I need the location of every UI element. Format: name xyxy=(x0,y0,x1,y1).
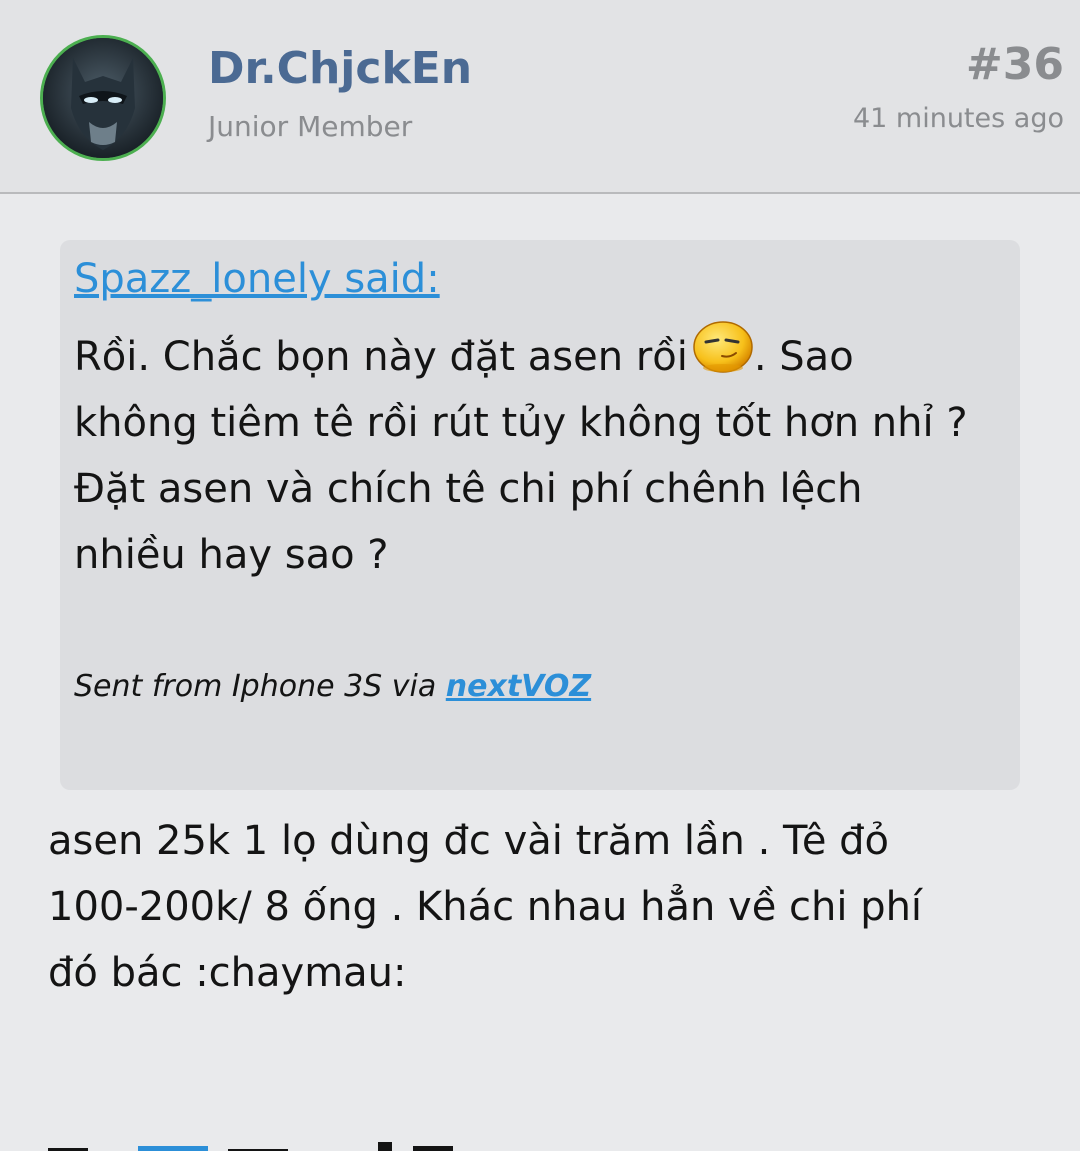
avatar[interactable] xyxy=(40,35,166,161)
post-line: đó bác :chaymau: xyxy=(48,950,407,996)
user-title: Junior Member xyxy=(208,110,413,143)
quote-signature: Sent from Iphone 3S via nextVOZ xyxy=(74,666,591,708)
signature-text: Sent from Iphone 3S via xyxy=(74,669,446,704)
quote-line: nhiều hay sao ? xyxy=(74,532,389,578)
quote-line: không tiêm tê rồi rút tủy không tốt hơn … xyxy=(74,400,968,446)
nextvoz-link[interactable]: nextVOZ xyxy=(446,669,591,704)
smirk-smiley-icon xyxy=(693,321,753,373)
quote-body: Rồi. Chắc bọn này đặt asen rồi . Sao khô… xyxy=(74,320,1009,588)
quote-author-link[interactable]: Spazz_lonely said: xyxy=(74,252,440,306)
quote-text: . Sao xyxy=(753,334,854,380)
batman-avatar-icon xyxy=(43,38,163,158)
post-header: Dr.ChjckEn Junior Member #36 41 minutes … xyxy=(0,0,1080,194)
cut-off-line-icon xyxy=(48,1142,453,1151)
quote-line: Đặt asen và chích tê chi phí chênh lệch xyxy=(74,466,863,512)
post-time[interactable]: 41 minutes ago xyxy=(853,100,1064,138)
username[interactable]: Dr.ChjckEn xyxy=(208,40,472,98)
quote-block: Spazz_lonely said: Rồi. Chắc bọn này đặt… xyxy=(60,240,1020,790)
post-number[interactable]: #36 xyxy=(966,36,1064,94)
quote-text: Rồi. Chắc bọn này đặt asen rồi xyxy=(74,334,688,380)
cut-off-text xyxy=(48,1138,468,1151)
post-body: asen 25k 1 lọ dùng đc vài trăm lần . Tê … xyxy=(48,808,1048,1006)
post-line: 100-200k/ 8 ống . Khác nhau hẳn về chi p… xyxy=(48,884,923,930)
quote-line: Rồi. Chắc bọn này đặt asen rồi . Sao xyxy=(74,320,1009,390)
post-line: asen 25k 1 lọ dùng đc vài trăm lần . Tê … xyxy=(48,818,890,864)
